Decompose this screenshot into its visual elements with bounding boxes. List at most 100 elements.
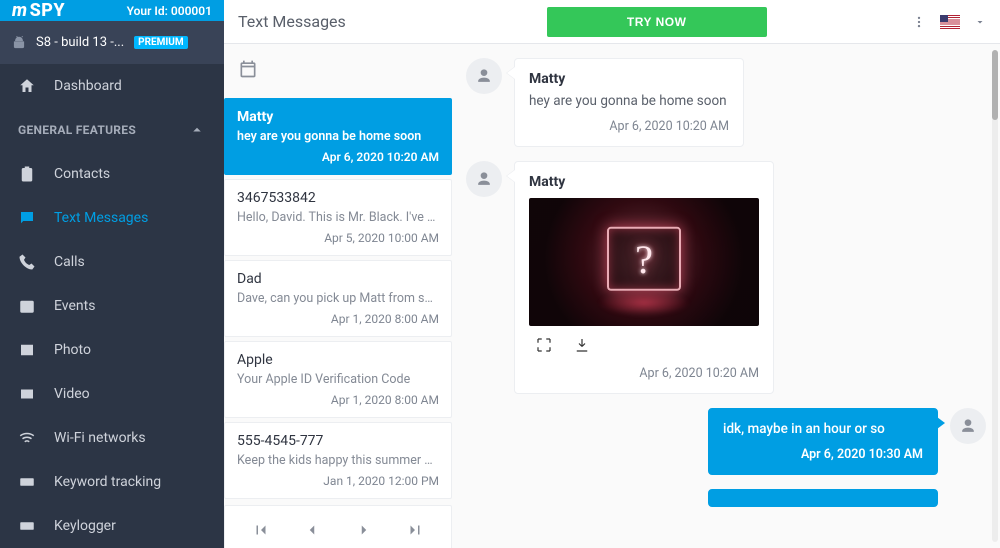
try-now-button[interactable]: TRY NOW [547,7,767,37]
message-text: idk, maybe in an hour or so [723,421,923,437]
flag-us-icon[interactable] [940,15,960,29]
content: Matty hey are you gonna be home soon Apr… [224,44,1000,548]
sidebar-item-label: Text Messages [54,210,148,226]
conversation-name: Apple [237,352,439,368]
chevron-down-icon[interactable] [974,16,986,28]
sidebar-item-label: Contacts [54,166,110,182]
conversation-item[interactable]: Dad Dave, can you pick up Matt from scho… [224,260,452,337]
sidebar-section-label: GENERAL FEATURES [18,123,136,137]
sidebar-header: mSPY Your Id: 000001 [0,0,224,21]
sidebar-item-label: Events [54,298,95,314]
sidebar-item-text-messages[interactable]: Text Messages [0,196,224,240]
wifi-icon [18,429,36,447]
sidebar-item-contacts[interactable]: Contacts [0,152,224,196]
conversation-preview: Dave, can you pick up Matt from schoo... [237,291,439,306]
sidebar-item-video[interactable]: Video [0,372,224,416]
message-thread: Matty hey are you gonna be home soon Apr… [452,44,1000,548]
image-icon [18,341,36,359]
last-page-button[interactable] [400,515,430,545]
message-timestamp: Apr 6, 2020 10:30 AM [723,447,923,462]
main: Text Messages TRY NOW Matty hey are you … [224,0,1000,548]
chat-icon [18,209,36,227]
sidebar-item-label: Calls [54,254,85,270]
video-icon [18,385,36,403]
conversation-list: Matty hey are you gonna be home soon Apr… [224,94,452,548]
topbar: Text Messages TRY NOW [224,0,1000,44]
scrollbar[interactable] [992,50,998,542]
conversations-column: Matty hey are you gonna be home soon Apr… [224,44,452,548]
sidebar: mSPY Your Id: 000001 S8 - build 13 -... … [0,0,224,548]
expand-icon[interactable] [535,336,553,354]
avatar [466,58,502,94]
keyboard-icon [18,473,36,491]
sidebar-section-general[interactable]: GENERAL FEATURES [0,108,224,152]
download-icon[interactable] [573,336,591,354]
android-icon [12,36,26,50]
prev-page-button[interactable] [297,515,327,545]
conversation-time: Apr 5, 2020 10:00 AM [237,231,439,245]
sidebar-item-keylogger[interactable]: Keylogger [0,504,224,548]
conversation-item[interactable]: Apple Your Apple ID Verification Code Ap… [224,341,452,418]
conversation-item[interactable]: 3467533842 Hello, David. This is Mr. Bla… [224,179,452,256]
page-title: Text Messages [238,12,468,31]
sidebar-item-photo[interactable]: Photo [0,328,224,372]
more-icon[interactable] [912,15,926,29]
message-row: Matty hey are you gonna be home soon Apr… [466,58,986,147]
message-bubble: idk, maybe in an hour or so Apr 6, 2020 … [708,408,938,475]
topbar-actions [912,15,986,29]
sidebar-item-keyword-tracking[interactable]: Keyword tracking [0,460,224,504]
conversation-name: 555-4545-777 [237,433,439,449]
home-icon [18,77,36,95]
device-name: S8 - build 13 -... [36,35,124,50]
conversation-name: Matty [237,109,439,125]
media-actions [529,326,759,356]
conversation-time: Apr 1, 2020 8:00 AM [237,393,439,407]
sidebar-item-dashboard[interactable]: Dashboard [0,64,224,108]
conversation-item[interactable]: 555-4545-777 Keep the kids happy this su… [224,422,452,499]
conversation-item[interactable]: Matty hey are you gonna be home soon Apr… [224,98,452,175]
message-timestamp: Apr 6, 2020 10:20 AM [529,119,729,134]
keyboard-icon [18,517,36,535]
avatar [466,161,502,197]
clipboard-icon [18,165,36,183]
message-timestamp: Apr 6, 2020 10:20 AM [529,366,759,381]
sidebar-item-wifi[interactable]: Wi-Fi networks [0,416,224,460]
user-id: Your Id: 000001 [127,4,212,18]
next-page-button[interactable] [349,515,379,545]
sidebar-item-calls[interactable]: Calls [0,240,224,284]
sidebar-item-label: Photo [54,342,91,358]
conversation-preview: Keep the kids happy this summer with ... [237,453,439,468]
media-image[interactable]: ? [529,198,759,326]
conversation-pager [224,505,452,548]
message-bubble: Matty ? [514,161,774,394]
message-sender: Matty [529,71,729,87]
message-sender: Matty [529,174,759,190]
sidebar-item-label: Wi-Fi networks [54,430,146,446]
conversation-preview: Your Apple ID Verification Code [237,372,439,387]
message-media: ? [529,198,759,356]
conversation-name: Dad [237,271,439,287]
conversation-time: Jan 1, 2020 12:00 PM [237,474,439,488]
phone-icon [18,253,36,271]
message-row [466,489,986,525]
calendar-icon [18,297,36,315]
sidebar-item-events[interactable]: Events [0,284,224,328]
conversation-preview: hey are you gonna be home soon [237,129,439,144]
calendar-icon[interactable] [238,59,258,79]
first-page-button[interactable] [246,515,276,545]
message-bubble: Matty hey are you gonna be home soon Apr… [514,58,744,147]
chevron-up-icon [188,121,206,139]
conversation-time: Apr 1, 2020 8:00 AM [237,312,439,326]
sidebar-item-label: Keyword tracking [54,474,161,490]
device-selector[interactable]: S8 - build 13 -... PREMIUM [0,21,224,64]
message-row: idk, maybe in an hour or so Apr 6, 2020 … [466,408,986,475]
message-bubble [708,489,938,507]
conversation-name: 3467533842 [237,190,439,206]
sidebar-item-label: Keylogger [54,518,116,534]
message-row: Matty ? [466,161,986,394]
message-text: hey are you gonna be home soon [529,93,729,109]
conversation-time: Apr 6, 2020 10:20 AM [237,150,439,164]
sidebar-item-label: Video [54,386,90,402]
brand-logo: mSPY [12,0,65,21]
sidebar-item-label: Dashboard [54,78,122,94]
